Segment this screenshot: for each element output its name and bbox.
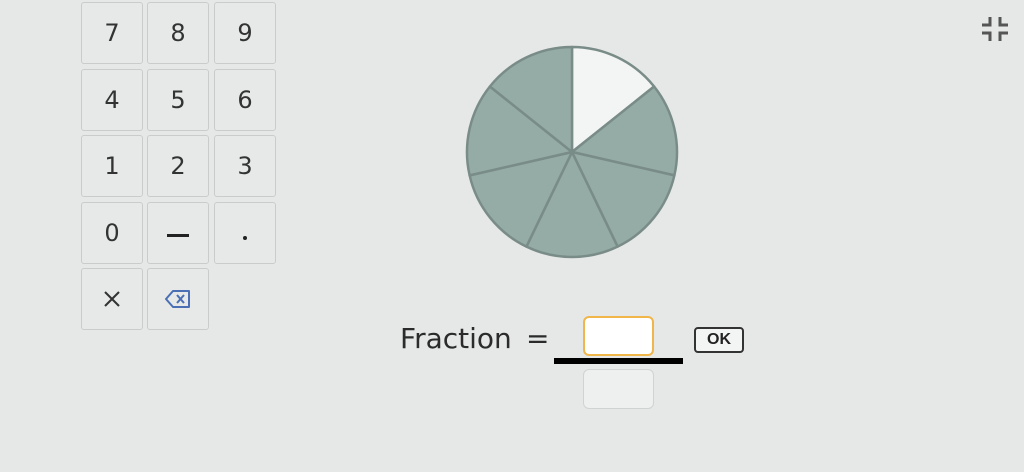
key-backspace[interactable]	[147, 268, 209, 330]
key-0[interactable]: 0	[81, 202, 143, 264]
close-icon	[104, 291, 120, 307]
equals-sign: =	[526, 322, 550, 355]
denominator-input[interactable]	[583, 369, 654, 409]
key-1[interactable]: 1	[81, 135, 143, 197]
collapse-icon	[982, 17, 1008, 41]
key-2[interactable]: 2	[147, 135, 209, 197]
decimal-point-icon	[243, 236, 247, 240]
numerator-input[interactable]	[583, 316, 654, 356]
key-6[interactable]: 6	[214, 69, 276, 131]
fraction-label: Fraction	[400, 322, 512, 355]
pie-chart	[465, 45, 679, 259]
minus-icon	[167, 233, 189, 237]
key-minus[interactable]	[147, 202, 209, 264]
key-clear[interactable]	[81, 268, 143, 330]
key-9[interactable]: 9	[214, 2, 276, 64]
key-8[interactable]: 8	[147, 2, 209, 64]
fraction-pie	[462, 44, 682, 264]
key-4[interactable]: 4	[81, 69, 143, 131]
key-3[interactable]: 3	[214, 135, 276, 197]
fraction-bar	[554, 358, 683, 364]
key-7[interactable]: 7	[81, 2, 143, 64]
backspace-icon	[165, 290, 190, 308]
ok-button[interactable]: OK	[694, 327, 744, 353]
key-5[interactable]: 5	[147, 69, 209, 131]
collapse-button[interactable]	[981, 15, 1009, 43]
key-decimal[interactable]	[214, 202, 276, 264]
